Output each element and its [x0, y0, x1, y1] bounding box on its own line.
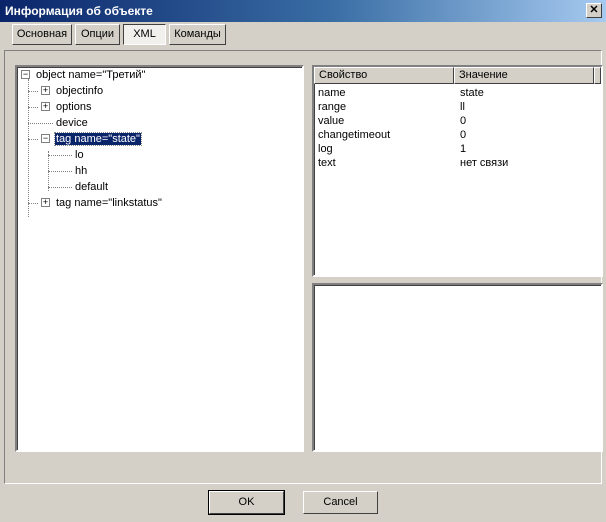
tree-node-tag-state[interactable]: tag name="state" — [54, 132, 142, 146]
cancel-button[interactable]: Cancel — [303, 491, 378, 514]
tree-node-objectinfo[interactable]: objectinfo — [55, 84, 104, 98]
tree-node-default[interactable]: default — [74, 180, 109, 194]
xml-tree-view[interactable]: − object name="Третий" + objectinfo + op… — [15, 65, 304, 452]
column-header-value[interactable]: Значение — [454, 67, 594, 84]
tab-xml[interactable]: XML — [123, 24, 166, 45]
property-name: text — [318, 157, 336, 169]
tree-node-options[interactable]: options — [55, 100, 92, 114]
expand-icon[interactable]: + — [41, 86, 50, 95]
property-value: ll — [460, 101, 465, 113]
tab-main[interactable]: Основная — [12, 24, 72, 45]
tree-node-device[interactable]: device — [55, 116, 89, 130]
property-value: нет связи — [460, 157, 509, 169]
description-area[interactable] — [312, 283, 603, 452]
table-row[interactable]: changetimeout 0 — [314, 128, 601, 142]
property-value: 1 — [460, 143, 467, 155]
property-value: 0 — [460, 129, 467, 141]
expand-icon[interactable]: + — [41, 102, 50, 111]
table-row[interactable]: value 0 — [314, 114, 601, 128]
close-button[interactable]: ✕ — [586, 3, 602, 18]
collapse-icon[interactable]: − — [41, 134, 50, 143]
collapse-icon[interactable]: − — [21, 70, 30, 79]
window-title: Информация об объекте — [5, 4, 153, 18]
property-name: value — [318, 115, 345, 127]
column-header-property[interactable]: Свойство — [314, 67, 454, 84]
object-info-dialog: Информация об объекте ✕ Основная Опции X… — [0, 0, 606, 522]
expand-icon[interactable]: + — [41, 198, 50, 207]
property-name: changetimeout — [318, 129, 391, 141]
table-row[interactable]: log 1 — [314, 142, 601, 156]
column-header-filler — [594, 67, 601, 84]
property-value: 0 — [460, 115, 467, 127]
table-row[interactable]: name state — [314, 86, 601, 100]
table-row[interactable]: range ll — [314, 100, 601, 114]
tab-commands[interactable]: Команды — [169, 24, 226, 45]
property-name: range — [318, 101, 347, 113]
ok-button[interactable]: OK — [208, 490, 285, 515]
property-name: log — [318, 143, 333, 155]
tab-options[interactable]: Опции — [75, 24, 120, 45]
tree-node-tag-linkstatus[interactable]: tag name="linkstatus" — [55, 196, 163, 210]
tree-node-root[interactable]: object name="Третий" — [35, 68, 146, 82]
property-name: name — [318, 87, 346, 99]
table-row[interactable]: text нет связи — [314, 156, 601, 170]
tree-node-hh[interactable]: hh — [74, 164, 88, 178]
title-bar: Информация об объекте ✕ — [0, 0, 606, 22]
close-icon: ✕ — [589, 4, 599, 16]
property-value: state — [460, 87, 484, 99]
properties-list[interactable]: Свойство Значение name state range ll va… — [312, 65, 603, 277]
tree-node-lo[interactable]: lo — [74, 148, 85, 162]
